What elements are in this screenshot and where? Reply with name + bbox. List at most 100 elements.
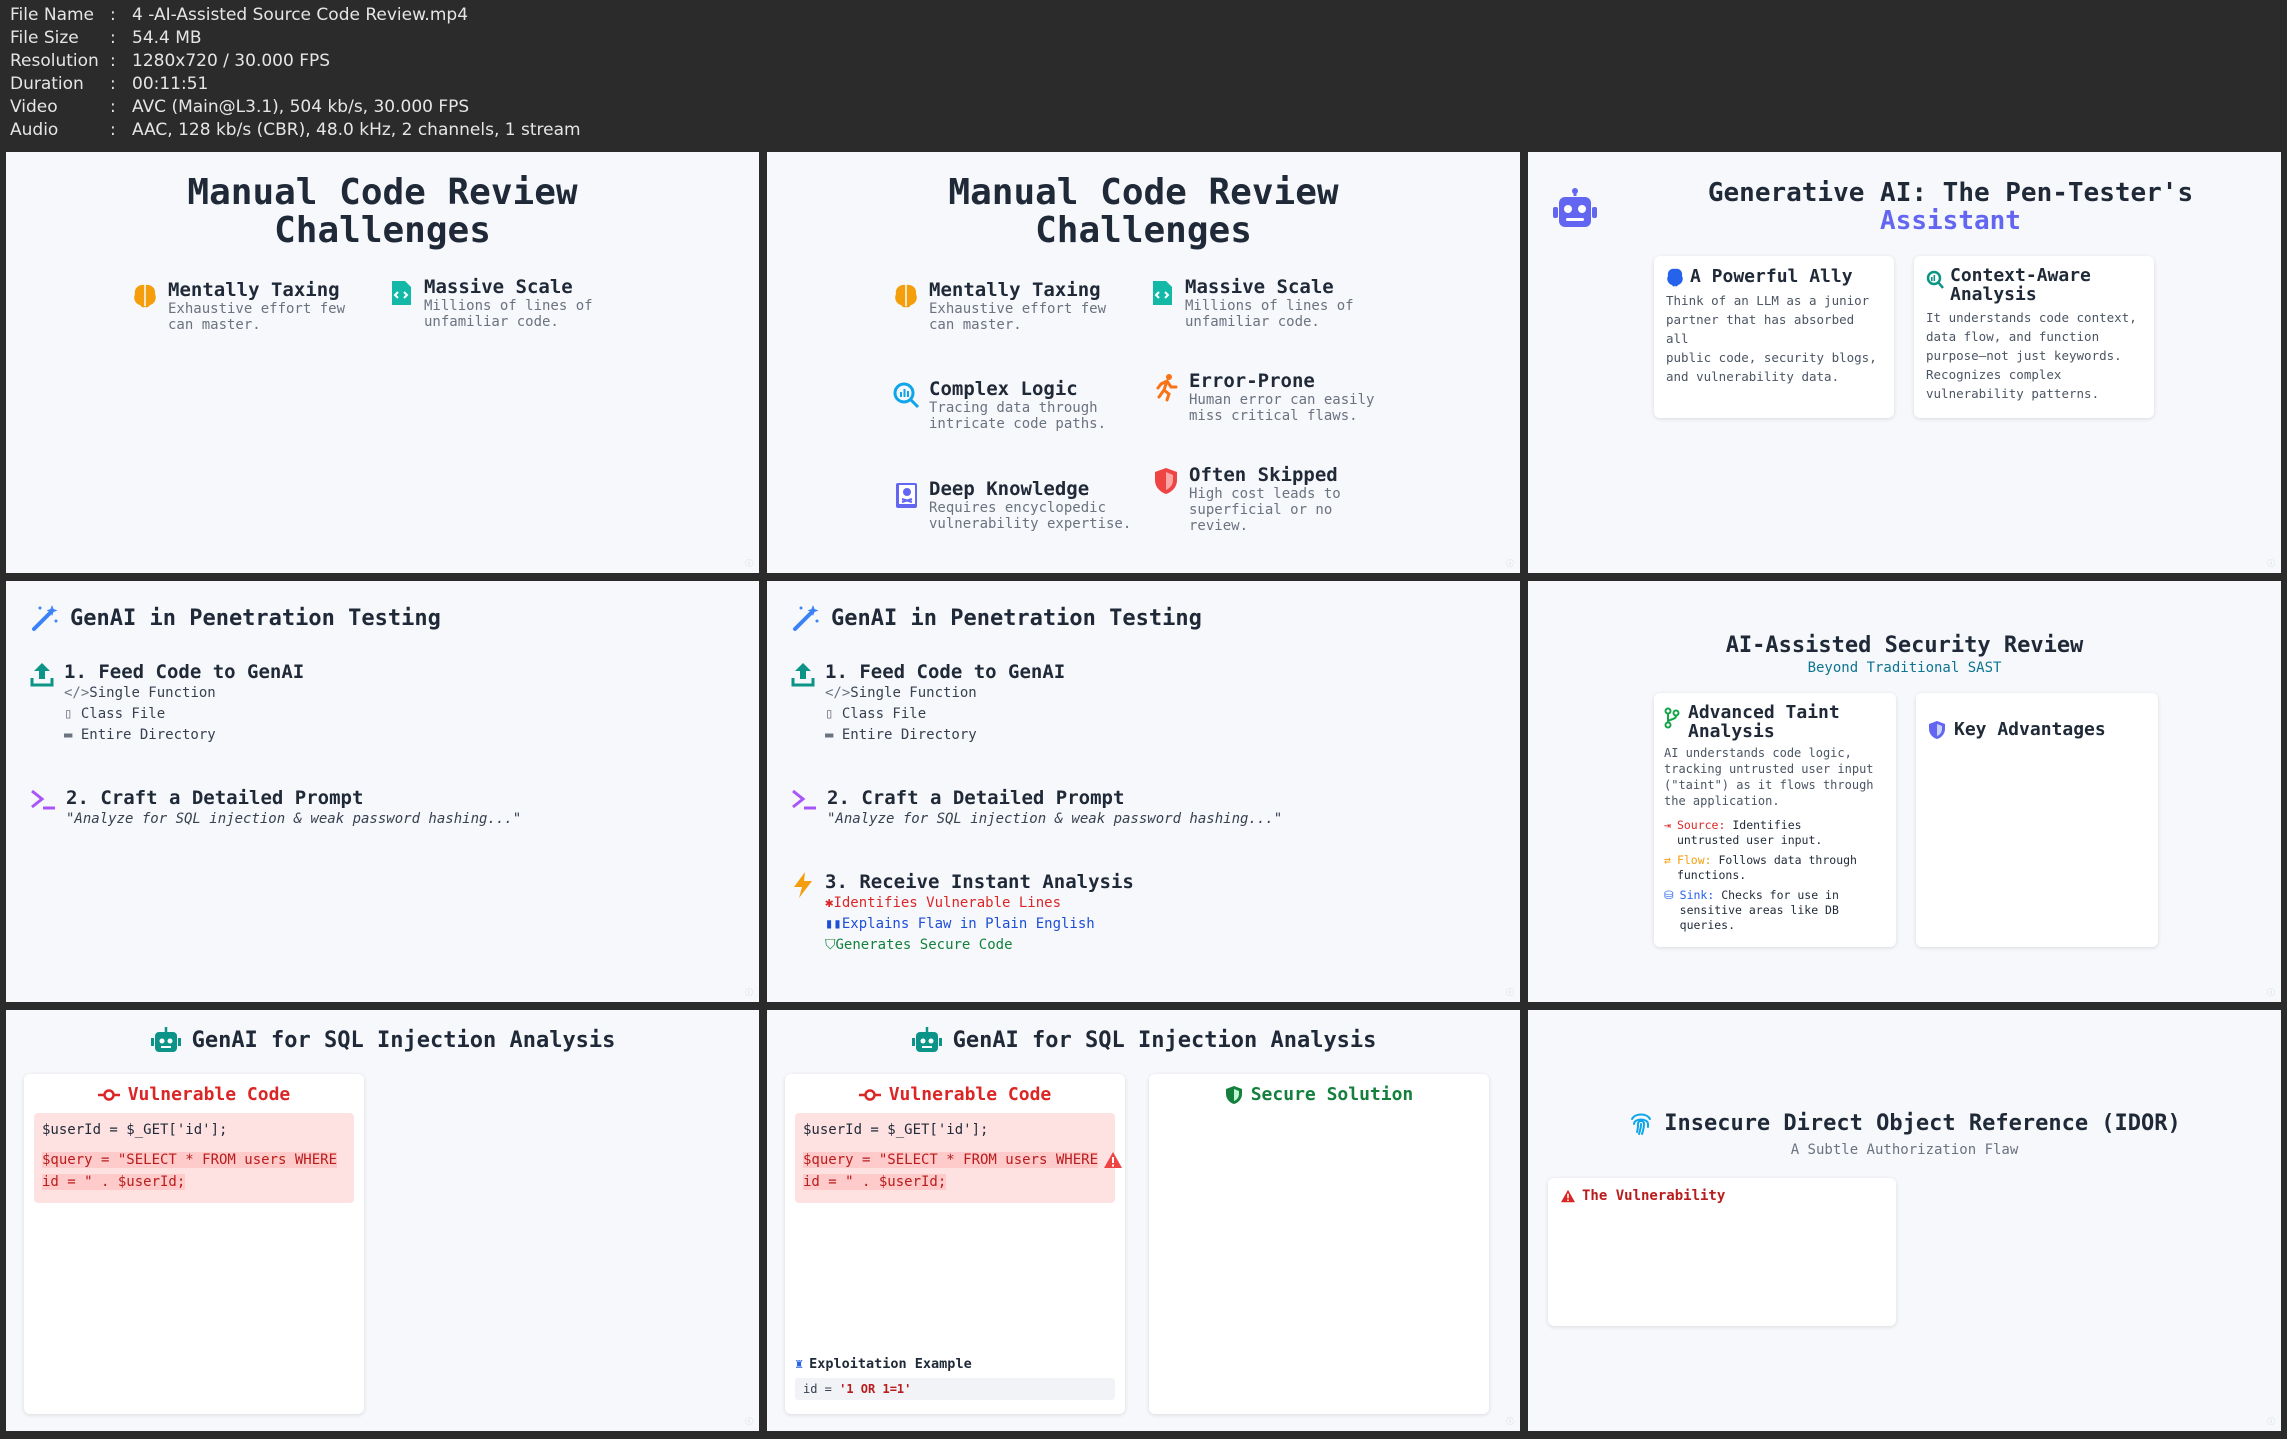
title-line: Generative AI: The Pen-Tester's bbox=[1707, 178, 2194, 208]
card-title: Key Advantages bbox=[1954, 719, 2106, 740]
info-value: 4 -AI-Assisted Source Code Review.mp4 bbox=[132, 5, 469, 25]
item-desc: High cost leads to bbox=[1189, 486, 1341, 502]
item-title: Error-Prone bbox=[1189, 370, 1315, 392]
robot-icon bbox=[150, 1027, 181, 1052]
item-title: Mentally Taxing bbox=[929, 279, 1101, 301]
slide-pentest-partial[interactable]: GenAI in Penetration Testing 1. Feed Cod… bbox=[6, 581, 759, 1002]
info-key: Resolution bbox=[10, 51, 99, 71]
shield-icon: ⛉ bbox=[825, 937, 836, 953]
code-line-highlight: id = " . $userId; bbox=[42, 1174, 186, 1190]
title-line: Manual Code Review bbox=[187, 172, 578, 213]
slide-genai-assistant[interactable]: Generative AI: The Pen-Tester's Assistan… bbox=[1528, 152, 2281, 573]
brain-icon bbox=[134, 284, 156, 308]
challenge-item: Complex Logic Tracing data through intrica… bbox=[891, 378, 1106, 432]
challenge-item: Massive Scale Millions of lines of unfamil… bbox=[386, 276, 593, 330]
step-receive-analysis: 3. Receive Instant Analysis ✱Identifies … bbox=[791, 871, 1134, 956]
slide-sqli-partial[interactable]: GenAI for SQL Injection Analysis Vulnera… bbox=[6, 1010, 759, 1431]
source-text: untrusted user input. bbox=[1676, 833, 1823, 847]
card-taint-analysis: Advanced Taint Analysis AI understands co… bbox=[1654, 693, 1896, 947]
source-text: Identifies bbox=[1732, 818, 1802, 832]
item-desc: can master. bbox=[929, 317, 1022, 333]
card-header: Vulnerable Code bbox=[24, 1074, 364, 1113]
shield-slash-icon bbox=[1155, 468, 1177, 494]
title-accent: Assistant bbox=[1880, 206, 2021, 236]
slide-challenges-full[interactable]: Manual Code Review Challenges Mentally T… bbox=[767, 152, 1520, 573]
step-feed-code: 1. Feed Code to GenAI </>Single Function… bbox=[30, 661, 304, 746]
sub-label: Single Function bbox=[850, 685, 977, 701]
challenge-item: Deep Knowledge Requires encyclopedic vulne… bbox=[891, 478, 1131, 532]
flow-text: Follows data through bbox=[1718, 853, 1857, 867]
brain-icon bbox=[1667, 268, 1683, 286]
item-desc: Requires encyclopedic bbox=[929, 500, 1107, 516]
card-vulnerable-code: Vulnerable Code $userId = $_GET['id']; $… bbox=[785, 1074, 1125, 1414]
exchange-icon: ⇄ bbox=[1664, 853, 1671, 867]
card-title: Analysis bbox=[1950, 284, 2037, 305]
title-text: GenAI for SQL Injection Analysis bbox=[952, 1027, 1377, 1053]
watermark: ⓘ bbox=[2267, 1417, 2275, 1426]
search-chart-icon bbox=[1926, 270, 1944, 289]
sink-row: ⛁ Sink: Checks for use in sensitive areas… bbox=[1664, 888, 1886, 933]
info-row: File Name:4 -AI-Assisted Source Code Rev… bbox=[10, 4, 581, 27]
info-value: 1280x720 / 30.000 FPS bbox=[132, 51, 331, 71]
item-desc: review. bbox=[1189, 518, 1249, 534]
slide-title: Generative AI: The Pen-Tester's Assistan… bbox=[1620, 178, 2281, 236]
sub-item: ▮▮Explains Flaw in Plain English bbox=[825, 914, 1134, 935]
slide-challenges-partial[interactable]: Manual Code Review Challenges Mentally T… bbox=[6, 152, 759, 573]
exploit-header: ♜ Exploitation Example bbox=[795, 1356, 1115, 1372]
card-header: The Vulnerability bbox=[1548, 1178, 1896, 1214]
watermark: ⓘ bbox=[1506, 559, 1514, 568]
card-title: Secure Solution bbox=[1250, 1084, 1414, 1105]
card-title: Vulnerable Code bbox=[888, 1084, 1052, 1105]
item-desc: miss critical flaws. bbox=[1189, 408, 1358, 424]
sub-item: ✱Identifies Vulnerable Lines bbox=[825, 893, 1134, 914]
sub-label: Class File bbox=[841, 706, 927, 722]
sub-item: ▬ Entire Directory bbox=[64, 725, 304, 746]
running-person-icon bbox=[1156, 374, 1178, 402]
info-sep: : bbox=[110, 120, 116, 140]
slide-pentest-full[interactable]: GenAI in Penetration Testing 1. Feed Cod… bbox=[767, 581, 1520, 1002]
card-title: The Vulnerability bbox=[1582, 1188, 1726, 1204]
code-line: $userId = $_GET['id']; bbox=[803, 1122, 989, 1138]
source-row: ⇥ Source: Identifies untrusted user input… bbox=[1664, 818, 1886, 848]
watermark: ⓘ bbox=[2267, 988, 2275, 997]
challenge-item: Often Skipped High cost leads to superfici… bbox=[1151, 464, 1341, 534]
card-text: tracking untrusted user input bbox=[1664, 762, 1874, 776]
info-key: File Name bbox=[10, 5, 95, 25]
item-desc: vulnerability expertise. bbox=[929, 516, 1132, 532]
watermark: ⓘ bbox=[745, 559, 753, 568]
step-title: 1. Feed Code to GenAI bbox=[825, 661, 1066, 683]
card-text: Think of an LLM as a junior bbox=[1666, 293, 1870, 308]
warning-icon bbox=[1104, 1152, 1122, 1168]
upload-icon bbox=[791, 663, 815, 687]
card-text: AI understands code logic, bbox=[1664, 746, 1852, 760]
sub-label: Identifies Vulnerable Lines bbox=[833, 895, 1062, 911]
title-text: GenAI in Penetration Testing bbox=[70, 605, 441, 631]
prompt-quote: "Analyze for SQL injection & weak passwo… bbox=[827, 811, 1283, 827]
robot-icon bbox=[1553, 188, 1597, 227]
card-title: Advanced Taint bbox=[1688, 702, 1840, 723]
slide-title: GenAI in Penetration Testing bbox=[30, 603, 441, 633]
info-key: File Size bbox=[10, 28, 79, 48]
folder-icon: ▬ bbox=[825, 727, 842, 743]
item-desc: Exhaustive effort few bbox=[929, 301, 1107, 317]
slide-idor[interactable]: Insecure Direct Object Reference (IDOR) … bbox=[1528, 1010, 2281, 1431]
slide-sqli-full[interactable]: GenAI for SQL Injection Analysis Vulnera… bbox=[767, 1010, 1520, 1431]
exploit-prefix: id = bbox=[803, 1382, 840, 1396]
exploit-section: ♜ Exploitation Example id = '1 OR 1=1' bbox=[795, 1356, 1115, 1400]
magic-wand-icon bbox=[793, 605, 819, 631]
slide-security-review[interactable]: AI-Assisted Security Review Beyond Tradi… bbox=[1528, 581, 2281, 1002]
fingerprint-icon bbox=[1631, 1113, 1652, 1135]
sub-item: ⛉Generates Secure Code bbox=[825, 935, 1134, 956]
step-feed-code: 1. Feed Code to GenAI </>Single Function… bbox=[791, 661, 1065, 746]
code-file-icon bbox=[392, 281, 411, 305]
code-line-highlight: $query = "SELECT * FROM users WHERE bbox=[803, 1152, 1099, 1168]
media-info: File Name: 4 -AI-Assisted Source Code Rev… bbox=[10, 4, 581, 142]
card-header: Secure Solution bbox=[1149, 1074, 1489, 1115]
item-desc: Millions of lines of bbox=[424, 298, 593, 314]
challenge-item: Mentally Taxing Exhaustive effort few can … bbox=[130, 279, 345, 333]
terminal-icon bbox=[792, 789, 816, 810]
exploit-title: Exploitation Example bbox=[809, 1356, 972, 1372]
info-row: File Size:54.4 MB bbox=[10, 27, 581, 50]
brain-icon bbox=[895, 284, 917, 308]
terminal-icon bbox=[31, 789, 55, 810]
